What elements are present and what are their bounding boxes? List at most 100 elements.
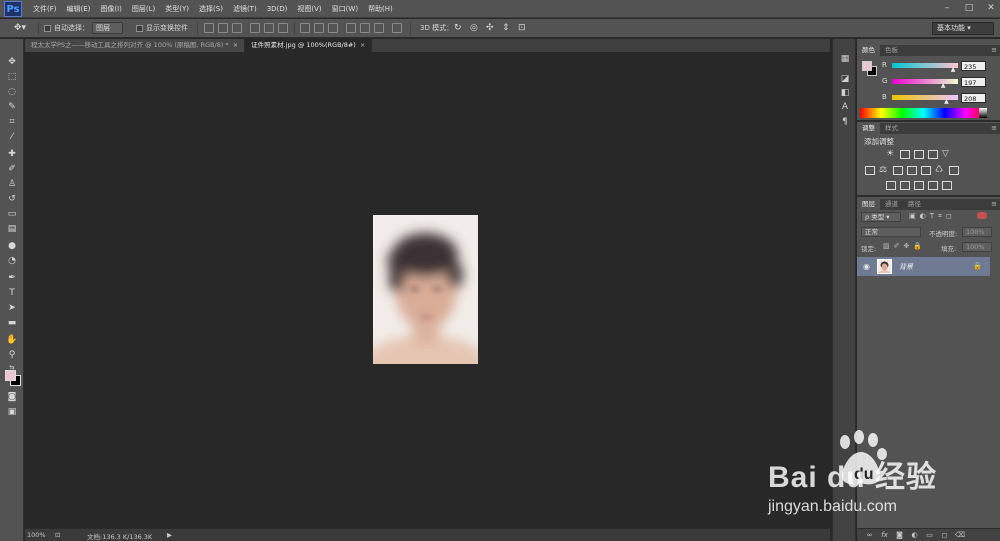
history-brush-tool-icon[interactable]: ↺ [5,193,19,206]
distribute-top-icon[interactable] [300,23,310,33]
align-vcenter-icon[interactable] [218,23,228,33]
photo-filter-icon[interactable] [907,166,917,175]
menu-3d[interactable]: 3D(D) [262,0,293,18]
blue-slider[interactable]: ▲ [892,95,958,105]
tab-adjustments[interactable]: 调整 [857,123,880,134]
link-layers-icon[interactable]: ∞ [865,531,874,540]
tab-channels[interactable]: 通道 [880,199,903,210]
close-button[interactable]: ✕ [984,2,998,14]
posterize-icon[interactable] [886,181,896,190]
workspace-dropdown[interactable]: 基本功能 ▾ [932,22,994,35]
align-left-icon[interactable] [250,23,260,33]
lock-icons[interactable]: ▨✐✥🔒 [883,242,926,250]
auto-select-dropdown[interactable]: 图层 [92,22,123,34]
hue-saturation-icon[interactable] [865,166,875,175]
quick-select-tool-icon[interactable]: ✎ [5,101,19,114]
new-layer-icon[interactable]: ◻ [940,531,949,540]
color-lookup-icon[interactable]: ♺ [935,166,945,175]
layer-visibility-eye-icon[interactable]: ◉ [863,262,870,271]
channel-mixer-icon[interactable] [921,166,931,175]
panel-menu-icon[interactable]: ≡ [991,46,997,55]
tab-color[interactable]: 颜色 [857,45,880,56]
document-tab-active[interactable]: 证件照素材.jpg @ 100%(RGB/8#) × [245,39,373,52]
move-tool-preset-icon[interactable]: ✥▾ [14,22,26,35]
opacity-field[interactable]: 100% [962,227,992,237]
blue-value-field[interactable]: 208 [961,93,986,103]
screen-mode-icon[interactable]: ▣ [5,406,19,419]
green-slider[interactable]: ▲ [892,79,958,89]
panel-menu-icon[interactable]: ≡ [991,200,997,209]
layer-row-background[interactable]: ◉ 背景 🔒 [857,257,990,276]
align-hcenter-icon[interactable] [264,23,274,33]
rectangle-tool-icon[interactable]: ▬ [5,317,19,330]
menu-file[interactable]: 文件(F) [28,0,62,18]
align-right-icon[interactable] [278,23,288,33]
fill-field[interactable]: 100% [962,242,992,252]
menu-view[interactable]: 视图(V) [292,0,326,18]
layer-name[interactable]: 背景 [899,262,913,272]
document-tab[interactable]: 程太太学PS之——移动工具之排列对齐 @ 100% (原稿图, RGB/8) *… [25,39,246,52]
levels-icon[interactable] [900,150,910,159]
adjustment-layer-icon[interactable]: ◐ [910,531,919,540]
tab-paths[interactable]: 路径 [903,199,926,210]
pen-tool-icon[interactable]: ✒ [5,272,19,285]
blue-slider-thumb[interactable]: ▲ [944,99,949,105]
filter-toggle-icon[interactable] [977,212,987,219]
distribute-left-icon[interactable] [346,23,356,33]
type-tool-icon[interactable]: T [5,287,19,300]
menu-type[interactable]: 类型(Y) [160,0,194,18]
eraser-tool-icon[interactable]: ▭ [5,208,19,221]
vibrance-icon[interactable]: ▽ [942,150,952,159]
character-panel-icon[interactable]: A [839,101,851,113]
lasso-tool-icon[interactable]: ◌ [5,86,19,99]
hand-tool-icon[interactable]: ✋ [5,334,19,347]
menu-layer[interactable]: 图层(L) [127,0,160,18]
blend-mode-dropdown[interactable]: 正常 [861,227,921,237]
black-white-icon[interactable] [893,166,903,175]
tab-swatches[interactable]: 色板 [880,45,903,56]
menu-image[interactable]: 图像(I) [95,0,127,18]
brush-tool-icon[interactable]: ✐ [5,163,19,176]
minimize-button[interactable]: – [940,2,954,14]
zoom-level[interactable]: 100% [27,531,46,539]
eyedropper-tool-icon[interactable]: ⁄ [5,131,19,144]
canvas-area[interactable] [25,52,830,528]
auto-align-icon[interactable] [392,23,402,33]
curves-icon[interactable] [914,150,924,159]
layer-filter-icons[interactable]: ▣◐T⌗◻ [909,212,956,221]
3d-scale-icon[interactable]: ⊡ [518,22,526,35]
distribute-right-icon[interactable] [374,23,384,33]
brightness-contrast-icon[interactable]: ☀ [886,150,896,159]
auto-select-checkbox[interactable] [44,22,51,35]
id-photo-image[interactable] [373,215,478,364]
green-value-field[interactable]: 197 [961,77,986,87]
zoom-icon[interactable]: ⊡ [55,531,60,539]
red-slider[interactable]: ▲ [892,63,958,73]
distribute-hcenter-icon[interactable] [360,23,370,33]
selective-color-icon[interactable] [928,181,938,190]
crop-tool-icon[interactable]: ⌗ [5,116,19,129]
close-tab-icon[interactable]: × [360,41,365,49]
menu-filter[interactable]: 滤镜(T) [228,0,262,18]
color-foreground-swatch[interactable] [862,61,872,71]
healing-brush-tool-icon[interactable]: ✚ [5,148,19,161]
color-spectrum-bar[interactable] [860,108,987,118]
align-top-icon[interactable] [204,23,214,33]
spectrum-bw-strip[interactable] [979,108,987,118]
3d-pan-icon[interactable]: ✣ [486,22,494,35]
invert-icon[interactable] [949,166,959,175]
close-tab-icon[interactable]: × [233,41,238,49]
green-slider-thumb[interactable]: ▲ [941,83,946,89]
clone-stamp-tool-icon[interactable]: ♙ [5,178,19,191]
tab-layers[interactable]: 图层 [857,199,880,210]
properties-detail-icon[interactable]: ◧ [839,87,851,99]
shadows-highlights-icon[interactable] [942,181,952,190]
history-panel-icon[interactable]: ▦ [839,53,851,65]
show-transform-checkbox[interactable] [136,22,143,35]
menu-window[interactable]: 窗口(W) [327,0,363,18]
red-value-field[interactable]: 235 [961,61,986,71]
3d-roll-icon[interactable]: ◎ [470,22,478,35]
threshold-icon[interactable] [900,181,910,190]
gradient-map-icon[interactable] [914,181,924,190]
panel-menu-icon[interactable]: ≡ [991,124,997,133]
